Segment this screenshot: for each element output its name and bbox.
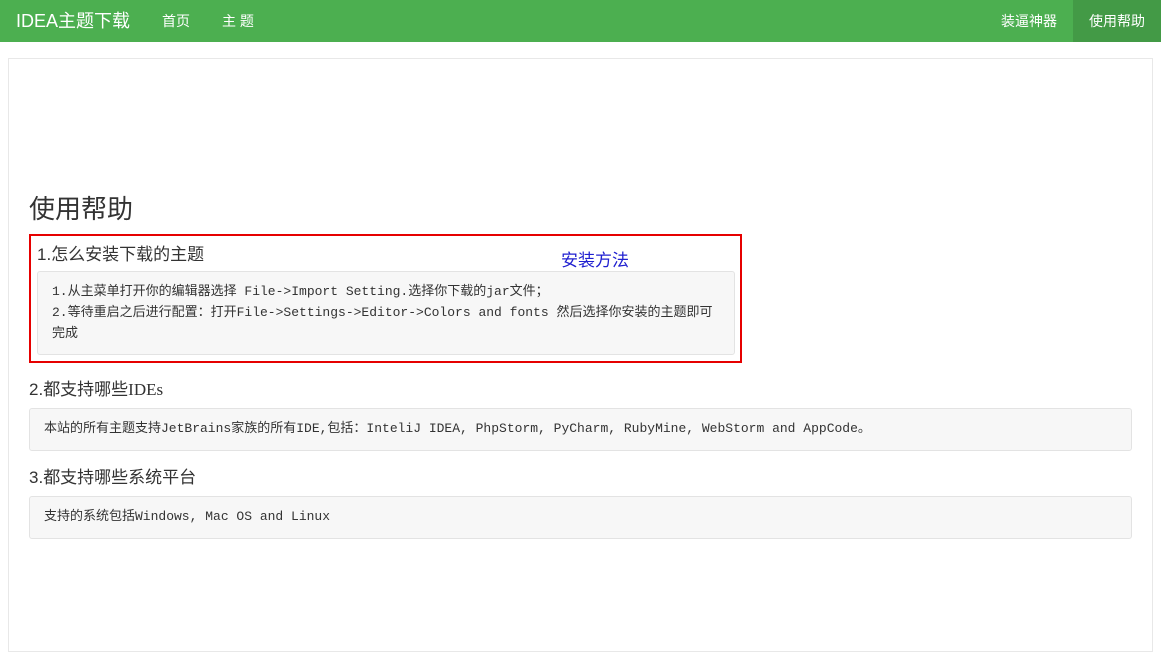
install-method-label: 安装方法 [561, 246, 629, 271]
navbar-right: 装逼神器 使用帮助 [985, 0, 1161, 42]
content-spacer [29, 79, 1132, 189]
section-title-3: 都支持哪些系统平台 [43, 463, 196, 488]
section-install-highlighted: 1.怎么安装下载的主题 安装方法 1.从主菜单打开你的编辑器选择 File->I… [29, 234, 742, 363]
section-1-line-1: 1.从主菜单打开你的编辑器选择 File->Import Setting.选择你… [52, 282, 720, 303]
section-1-line-2: 2.等待重启之后进行配置：打开File->Settings->Editor->C… [52, 303, 720, 345]
navbar-brand[interactable]: IDEA主题下载 [0, 0, 146, 42]
nav-themes[interactable]: 主 题 [206, 0, 270, 42]
section-well-3: 支持的系统包括Windows, Mac OS and Linux [29, 496, 1132, 539]
section-3-line-1: 支持的系统包括Windows, Mac OS and Linux [44, 507, 1117, 528]
content-wrapper: 使用帮助 1.怎么安装下载的主题 安装方法 1.从主菜单打开你的编辑器选择 Fi… [8, 58, 1153, 652]
section-ides: 2.都支持哪些IDEs 本站的所有主题支持JetBrains家族的所有IDE,包… [29, 375, 1132, 451]
section-title-2: 都支持哪些IDEs [43, 375, 163, 400]
navbar-left: IDEA主题下载 首页 主 题 [0, 0, 270, 42]
section-platforms: 3.都支持哪些系统平台 支持的系统包括Windows, Mac OS and L… [29, 463, 1132, 539]
navbar: IDEA主题下载 首页 主 题 装逼神器 使用帮助 [0, 0, 1161, 42]
section-heading-1: 1.怎么安装下载的主题 [37, 240, 734, 265]
section-num-2: 2. [29, 380, 43, 400]
nav-help[interactable]: 使用帮助 [1073, 0, 1161, 42]
section-well-1: 1.从主菜单打开你的编辑器选择 File->Import Setting.选择你… [37, 271, 735, 355]
section-num-1: 1. [37, 245, 51, 265]
section-num-3: 3. [29, 468, 43, 488]
nav-tool[interactable]: 装逼神器 [985, 0, 1073, 42]
section-heading-2: 2.都支持哪些IDEs [29, 375, 1132, 400]
section-heading-3: 3.都支持哪些系统平台 [29, 463, 1132, 488]
section-title-1: 怎么安装下载的主题 [51, 240, 204, 265]
nav-home[interactable]: 首页 [146, 0, 206, 42]
page-title: 使用帮助 [29, 189, 1132, 226]
section-well-2: 本站的所有主题支持JetBrains家族的所有IDE,包括：InteliJ ID… [29, 408, 1132, 451]
section-2-line-1: 本站的所有主题支持JetBrains家族的所有IDE,包括：InteliJ ID… [44, 419, 1117, 440]
